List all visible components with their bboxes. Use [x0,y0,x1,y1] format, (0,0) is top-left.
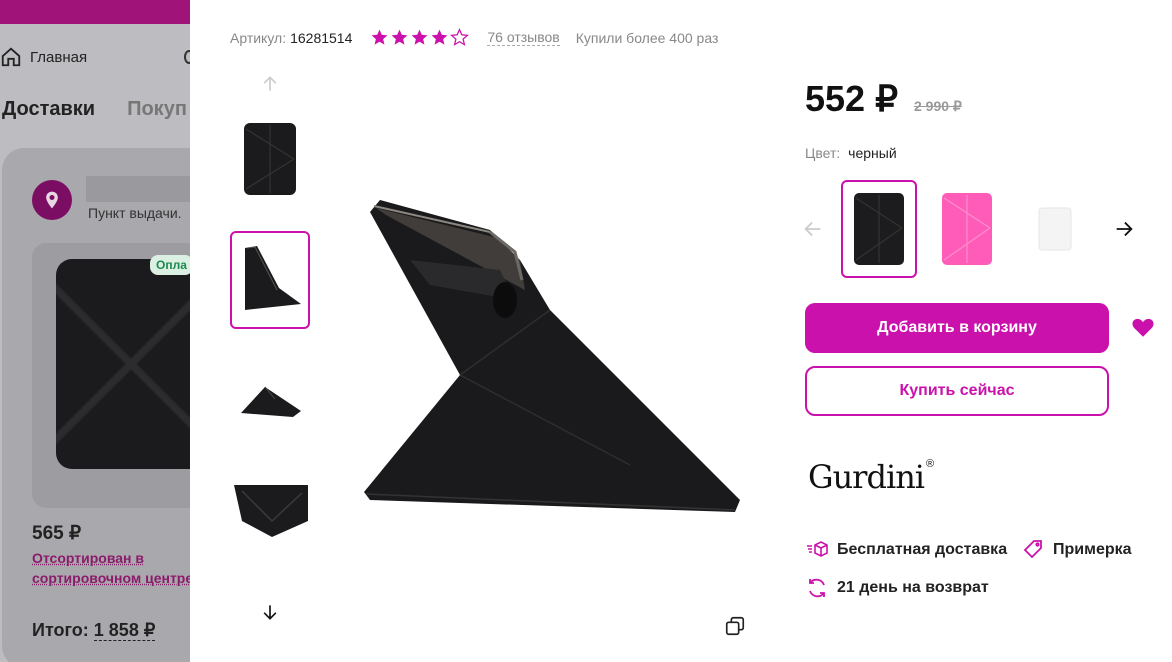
white-case-icon [1038,207,1072,251]
brand-name: Gurdini [808,458,925,496]
pink-case-icon [942,193,992,265]
tab-purchases[interactable]: Покуп [127,98,187,121]
total-label: Итого: [32,620,89,640]
delivery-box-icon [807,541,828,557]
product-modal: Артикул: 16281514 76 отзывов Купили боле… [190,0,1172,662]
home-icon [1,47,21,67]
case-front-thumb-icon [244,123,296,195]
old-price: 2 990 ₽ [913,98,962,114]
star-filled-icon [391,29,408,45]
feature-fitting[interactable]: Примерка [1021,538,1132,562]
arrow-right-icon[interactable] [1113,218,1135,240]
home-label: Главная [30,48,88,66]
swatch-pink[interactable] [929,180,1005,278]
price-row: 552 ₽ 2 990 ₽ [805,78,962,120]
product-meta: Артикул: 16281514 76 отзывов Купили боле… [230,28,718,47]
arrow-down-icon[interactable] [260,602,280,622]
star-filled-icon [431,29,448,45]
sku-value[interactable]: 16281514 [290,30,352,46]
total-amount[interactable]: 1 858 ₽ [93,620,156,641]
pickup-label: Пункт выдачи. [88,205,182,221]
case-stand-thumb-icon [245,246,301,310]
thumbnail-3[interactable] [230,348,310,446]
main-product-image[interactable] [350,120,750,580]
fitting-label: Примерка [1053,541,1132,558]
sku-label: Артикул: [230,29,287,46]
tag-icon [1023,540,1042,559]
case-flat-stand-thumb-icon [241,386,301,417]
reviews-link[interactable]: 76 отзывов [487,29,560,46]
thumbnail-gallery [230,70,310,630]
arrow-up-icon[interactable] [260,74,280,94]
registered-mark: ® [926,458,934,470]
thumbnail-1[interactable] [230,110,310,208]
black-case-icon [854,193,904,265]
buy-now-button[interactable]: Купить сейчас [805,366,1109,416]
arrow-left-icon[interactable] [802,218,824,240]
star-filled-icon [411,29,428,45]
swatch-black[interactable] [841,180,917,278]
current-price: 552 ₽ [805,78,898,119]
bought-count: Купили более 400 раз [575,29,719,46]
add-to-cart-button[interactable]: Добавить в корзину [805,303,1109,353]
thumbnail-4[interactable] [230,462,310,560]
return-label: 21 день на возврат [837,579,989,596]
star-filled-icon [371,29,388,45]
heart-icon[interactable] [1130,314,1156,340]
swatch-white[interactable] [1017,180,1093,278]
star-empty-icon [450,28,470,46]
rating-stars [370,28,470,47]
color-row: Цвет: черный [805,145,897,161]
order-product-image[interactable] [32,243,202,508]
feature-return[interactable]: 21 день на возврат [805,576,989,600]
paid-badge: Опла [150,255,193,275]
color-value: черный [848,145,897,161]
free-delivery-label: Бесплатная доставка [837,541,1008,558]
tablet-case-image [56,259,202,469]
order-status-link[interactable]: Отсортирован в сортировочном центре [32,548,202,588]
copy-icon[interactable] [724,615,746,637]
order-price: 565 ₽ [32,523,82,544]
refresh-icon [809,578,825,598]
color-label: Цвет: [805,145,841,161]
tab-deliveries[interactable]: Доставки [2,98,95,121]
brand-logo[interactable]: Gurdini ® [808,458,934,496]
order-total: Итого: 1 858 ₽ [32,620,156,641]
feature-free-delivery[interactable]: Бесплатная доставка [805,538,1007,562]
home-link[interactable]: Главная [0,46,87,68]
pickup-pin-icon [32,180,72,220]
thumbnail-2[interactable] [230,231,310,329]
pickup-address-placeholder [86,176,196,202]
case-closeup-thumb-icon [234,485,308,537]
